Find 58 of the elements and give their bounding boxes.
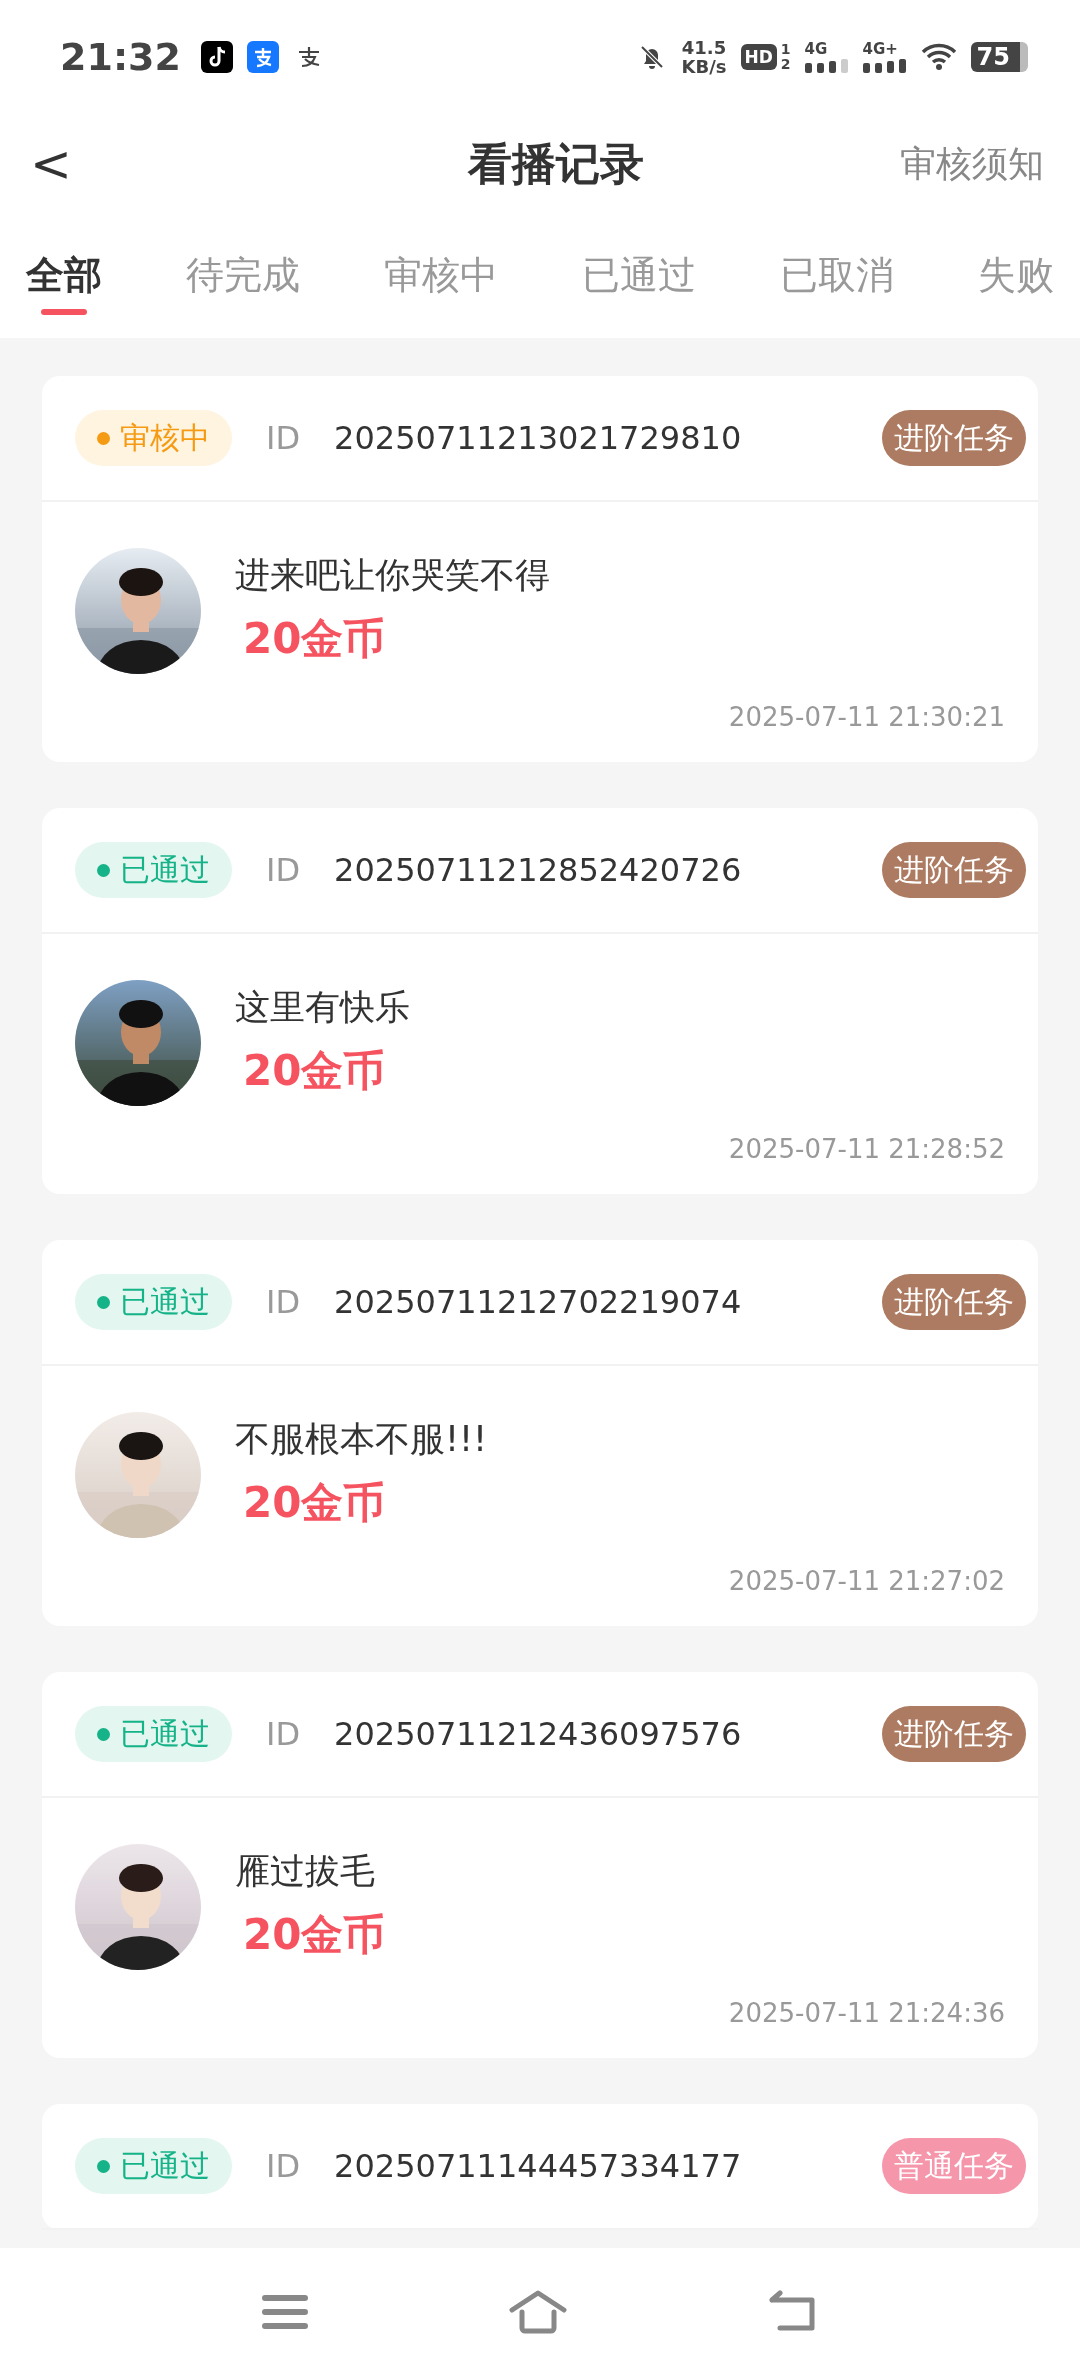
page-title: 看播记录 [467,136,644,191]
home-icon[interactable] [508,2290,568,2334]
stream-title: 雁过拔毛 [235,1850,376,1893]
sim-slot: 2 [780,57,791,72]
record-id: 20250711212436097576 [334,1715,743,1753]
menu-icon[interactable] [262,2294,308,2330]
speed-unit: KB/s [681,57,727,76]
filter-tab[interactable]: 全部 [26,237,102,315]
filter-tab[interactable]: 审核中 [384,237,498,315]
network-type: 4G [804,41,828,57]
stream-title: 进来吧让你哭笑不得 [235,554,550,597]
sim-slot: 1 [780,42,791,57]
record-id: 20250711212702219074 [334,1283,743,1321]
hd-badge: HD [740,44,777,70]
filter-tab[interactable]: 已取消 [780,237,894,315]
coin-reward: 20金币 [243,1909,386,1961]
payment-app-icon [246,41,279,73]
review-notice-link[interactable]: 审核须知 [900,139,1044,189]
id-label: ID [266,419,301,457]
id-label: ID [266,1715,301,1753]
record-id: 20250711212852420726 [334,851,743,889]
task-type-tag: 进阶任务 [882,1706,1026,1762]
id-label: ID [266,2147,301,2185]
record-id: 20250711144457334177 [334,2147,743,2185]
stream-title: 不服根本不服!!! [235,1418,488,1461]
status-tag: 已通过 [75,2138,232,2194]
back-arrow-icon[interactable] [768,2290,818,2334]
signal-icon [862,57,907,73]
status-time: 21:32 [60,35,181,79]
network-speed: 41.5 [681,38,727,57]
coin-reward: 20金币 [243,1477,387,1529]
task-type-tag: 进阶任务 [882,842,1026,898]
record-time: 2025-07-11 21:27:02 [728,1566,1005,1596]
record-time: 2025-07-11 21:28:52 [728,1134,1005,1164]
task-type-tag: 进阶任务 [882,1274,1026,1330]
record-id: 20250711213021729810 [334,419,743,457]
task-type-tag: 普通任务 [882,2138,1026,2194]
record-time: 2025-07-11 21:30:21 [728,702,1005,732]
status-tag: 已通过 [75,842,232,898]
battery-indicator: 75 [970,42,1028,72]
signal-icon [804,57,849,73]
back-button[interactable]: < [30,135,72,193]
stream-title: 这里有快乐 [235,986,410,1029]
filter-tab[interactable]: 待完成 [186,237,300,315]
filter-tab[interactable]: 已通过 [582,237,696,315]
filter-tab[interactable]: 失败 [978,237,1054,315]
music-note-app-icon [200,41,233,73]
status-tag: 已通过 [75,1274,232,1330]
status-tag: 审核中 [75,410,232,466]
id-label: ID [266,851,301,889]
status-tag: 已通过 [75,1706,232,1762]
task-type-tag: 进阶任务 [882,410,1026,466]
coin-reward: 20金币 [243,613,387,665]
record-time: 2025-07-11 21:24:36 [728,1998,1005,2028]
coin-reward: 20金币 [243,1045,387,1097]
network-type: 4G+ [862,41,898,57]
id-label: ID [266,1283,301,1321]
wifi-icon [920,42,957,72]
